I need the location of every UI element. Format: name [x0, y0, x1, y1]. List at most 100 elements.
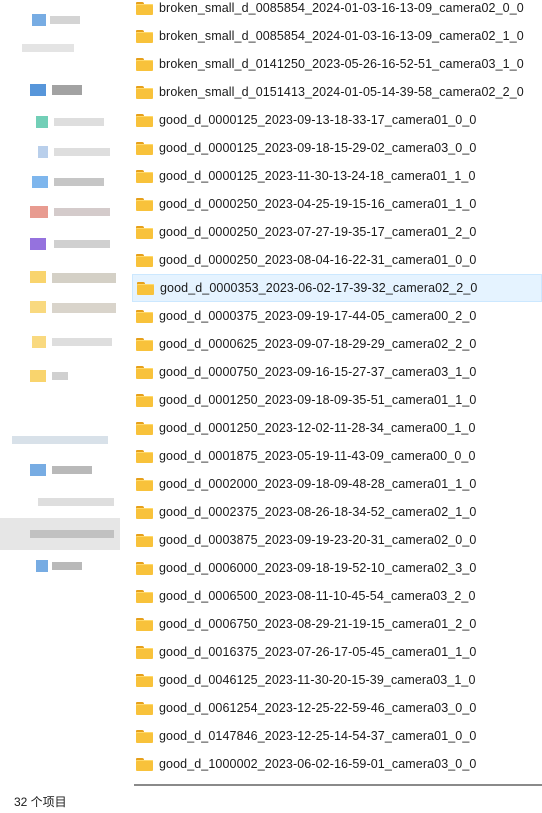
- folder-icon: [136, 85, 153, 99]
- folder-icon: [136, 169, 153, 183]
- folder-icon: [136, 393, 153, 407]
- file-name: broken_small_d_0151413_2024-01-05-14-39-…: [159, 85, 524, 99]
- file-name: good_d_0000250_2023-08-04-16-22-31_camer…: [159, 253, 477, 267]
- file-row[interactable]: good_d_0000125_2023-09-18-15-29-02_camer…: [132, 134, 542, 162]
- folder-icon: [136, 533, 153, 547]
- file-row[interactable]: good_d_0000625_2023-09-07-18-29-29_camer…: [132, 330, 542, 358]
- folder-icon: [136, 113, 153, 127]
- file-name: broken_small_d_0085854_2024-01-03-16-13-…: [159, 29, 524, 43]
- file-name: good_d_1000002_2023-06-02-16-59-01_camer…: [159, 757, 477, 771]
- nav-item[interactable]: [0, 230, 120, 258]
- folder-icon: [137, 281, 154, 295]
- file-row[interactable]: good_d_0000125_2023-11-30-13-24-18_camer…: [132, 162, 542, 190]
- file-list[interactable]: broken_small_d_0085854_2024-01-03-16-13-…: [120, 0, 542, 784]
- file-row[interactable]: good_d_0000375_2023-09-19-17-44-05_camer…: [132, 302, 542, 330]
- file-row[interactable]: good_d_0000250_2023-08-04-16-22-31_camer…: [132, 246, 542, 274]
- nav-item[interactable]: [0, 34, 120, 62]
- nav-item[interactable]: [0, 552, 120, 580]
- file-row[interactable]: good_d_0001875_2023-05-19-11-43-09_camer…: [132, 442, 542, 470]
- file-name: good_d_0000125_2023-09-18-15-29-02_camer…: [159, 141, 477, 155]
- file-row[interactable]: broken_small_d_0151413_2024-01-05-14-39-…: [132, 78, 542, 106]
- file-name: good_d_0002000_2023-09-18-09-48-28_camer…: [159, 477, 477, 491]
- file-name: good_d_0000250_2023-07-27-19-35-17_camer…: [159, 225, 477, 239]
- folder-icon: [136, 253, 153, 267]
- file-row[interactable]: good_d_0016375_2023-07-26-17-05-45_camer…: [132, 638, 542, 666]
- nav-item[interactable]: [0, 168, 120, 196]
- file-row[interactable]: good_d_0046125_2023-11-30-20-15-39_camer…: [132, 666, 542, 694]
- file-name: broken_small_d_0141250_2023-05-26-16-52-…: [159, 57, 524, 71]
- folder-icon: [136, 701, 153, 715]
- file-row[interactable]: good_d_0000353_2023-06-02-17-39-32_camer…: [132, 274, 542, 302]
- folder-icon: [136, 561, 153, 575]
- folder-icon: [136, 309, 153, 323]
- file-name: good_d_0006500_2023-08-11-10-45-54_camer…: [159, 589, 476, 603]
- nav-item[interactable]: [0, 108, 120, 136]
- nav-item[interactable]: [0, 294, 120, 322]
- file-name: good_d_0000750_2023-09-16-15-27-37_camer…: [159, 365, 477, 379]
- folder-icon: [136, 589, 153, 603]
- file-row[interactable]: good_d_0000250_2023-07-27-19-35-17_camer…: [132, 218, 542, 246]
- folder-icon: [136, 197, 153, 211]
- file-name: good_d_0000125_2023-11-30-13-24-18_camer…: [159, 169, 476, 183]
- nav-item[interactable]: [0, 76, 120, 104]
- folder-icon: [136, 29, 153, 43]
- file-name: good_d_0006750_2023-08-29-21-19-15_camer…: [159, 617, 477, 631]
- file-name: good_d_0046125_2023-11-30-20-15-39_camer…: [159, 673, 476, 687]
- file-row[interactable]: good_d_0000750_2023-09-16-15-27-37_camer…: [132, 358, 542, 386]
- file-name: good_d_0003875_2023-09-19-23-20-31_camer…: [159, 533, 477, 547]
- nav-item[interactable]: [0, 488, 120, 516]
- file-name: good_d_0000250_2023-04-25-19-15-16_camer…: [159, 197, 477, 211]
- file-row[interactable]: good_d_0147846_2023-12-25-14-54-37_camer…: [132, 722, 542, 750]
- folder-icon: [136, 505, 153, 519]
- file-name: good_d_0016375_2023-07-26-17-05-45_camer…: [159, 645, 477, 659]
- folder-icon: [136, 337, 153, 351]
- file-name: broken_small_d_0085854_2024-01-03-16-13-…: [159, 1, 524, 15]
- file-row[interactable]: broken_small_d_0085854_2024-01-03-16-13-…: [132, 0, 542, 22]
- file-row[interactable]: good_d_0006000_2023-09-18-19-52-10_camer…: [132, 554, 542, 582]
- file-name: good_d_0006000_2023-09-18-19-52-10_camer…: [159, 561, 477, 575]
- nav-item-selected[interactable]: [0, 518, 120, 550]
- file-row[interactable]: good_d_0002375_2023-08-26-18-34-52_camer…: [132, 498, 542, 526]
- file-name: good_d_0002375_2023-08-26-18-34-52_camer…: [159, 505, 477, 519]
- file-row[interactable]: good_d_0006500_2023-08-11-10-45-54_camer…: [132, 582, 542, 610]
- file-row[interactable]: good_d_0003875_2023-09-19-23-20-31_camer…: [132, 526, 542, 554]
- file-name: good_d_0000625_2023-09-07-18-29-29_camer…: [159, 337, 477, 351]
- file-row[interactable]: good_d_0002000_2023-09-18-09-48-28_camer…: [132, 470, 542, 498]
- file-name: good_d_0000125_2023-09-13-18-33-17_camer…: [159, 113, 477, 127]
- file-name: good_d_0000375_2023-09-19-17-44-05_camer…: [159, 309, 477, 323]
- file-row[interactable]: good_d_1000002_2023-06-02-16-59-01_camer…: [132, 750, 542, 778]
- file-explorer-window: broken_small_d_0085854_2024-01-03-16-13-…: [0, 0, 542, 813]
- file-name: good_d_0001250_2023-09-18-09-35-51_camer…: [159, 393, 477, 407]
- item-count: 32 个项目: [14, 795, 67, 809]
- folder-icon: [136, 365, 153, 379]
- folder-icon: [136, 225, 153, 239]
- nav-item[interactable]: [0, 362, 120, 390]
- file-row[interactable]: good_d_0001250_2023-09-18-09-35-51_camer…: [132, 386, 542, 414]
- nav-item[interactable]: [0, 138, 120, 166]
- file-name: good_d_0000353_2023-06-02-17-39-32_camer…: [160, 281, 478, 295]
- nav-item[interactable]: [0, 6, 120, 34]
- folder-icon: [136, 617, 153, 631]
- folder-icon: [136, 757, 153, 771]
- nav-item[interactable]: [0, 264, 120, 292]
- file-row[interactable]: broken_small_d_0085854_2024-01-03-16-13-…: [132, 22, 542, 50]
- file-row[interactable]: good_d_0061254_2023-12-25-22-59-46_camer…: [132, 694, 542, 722]
- nav-item[interactable]: [0, 328, 120, 356]
- file-row[interactable]: good_d_0000125_2023-09-13-18-33-17_camer…: [132, 106, 542, 134]
- folder-icon: [136, 729, 153, 743]
- nav-item[interactable]: [0, 198, 120, 226]
- nav-item[interactable]: [0, 456, 120, 484]
- horizontal-scrollbar[interactable]: [134, 784, 542, 786]
- file-row[interactable]: good_d_0001250_2023-12-02-11-28-34_camer…: [132, 414, 542, 442]
- file-name: good_d_0147846_2023-12-25-14-54-37_camer…: [159, 729, 477, 743]
- file-row[interactable]: broken_small_d_0141250_2023-05-26-16-52-…: [132, 50, 542, 78]
- folder-icon: [136, 421, 153, 435]
- folder-icon: [136, 673, 153, 687]
- folder-icon: [136, 57, 153, 71]
- folder-icon: [136, 141, 153, 155]
- navigation-pane[interactable]: [0, 0, 120, 790]
- file-row[interactable]: good_d_0000250_2023-04-25-19-15-16_camer…: [132, 190, 542, 218]
- nav-item[interactable]: [0, 426, 120, 454]
- status-bar: 32 个项目: [0, 790, 542, 813]
- file-row[interactable]: good_d_0006750_2023-08-29-21-19-15_camer…: [132, 610, 542, 638]
